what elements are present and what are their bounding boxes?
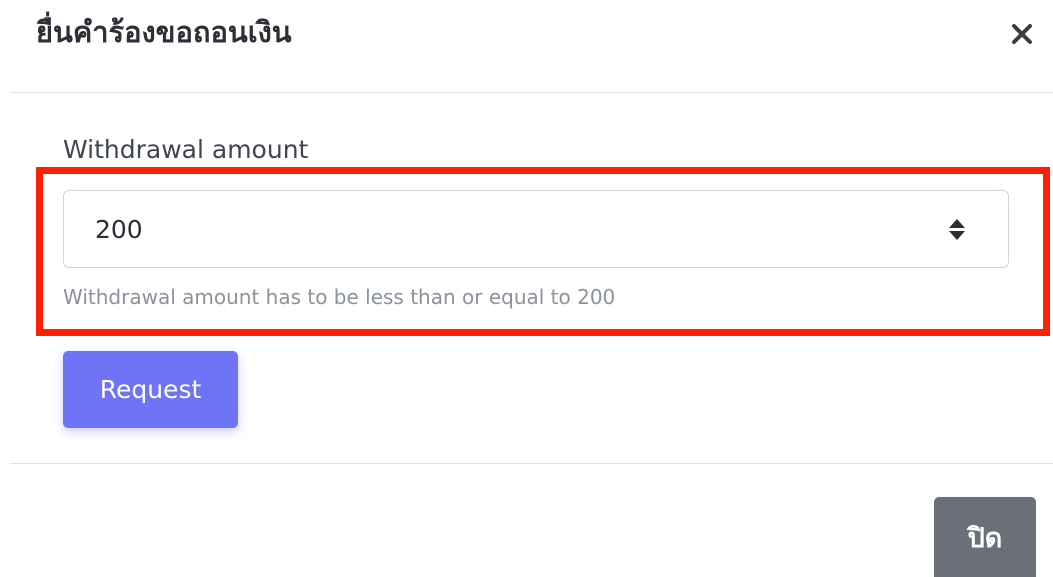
withdrawal-modal: ยื่นคำร้องขอถอนเงิน Withdrawal amount Wi… — [0, 0, 1053, 577]
modal-title: ยื่นคำร้องขอถอนเงิน — [36, 15, 292, 49]
amount-label: Withdrawal amount — [63, 135, 309, 164]
modal-header: ยื่นคำร้องขอถอนเงิน — [0, 0, 1053, 92]
header-divider — [10, 92, 1053, 93]
footer-divider — [10, 463, 1053, 464]
close-icon — [1012, 24, 1032, 44]
footer-close-button[interactable]: ปิด — [934, 497, 1036, 577]
stepper-up-icon[interactable] — [949, 218, 965, 228]
amount-help-text: Withdrawal amount has to be less than or… — [63, 285, 616, 309]
request-button[interactable]: Request — [63, 351, 238, 428]
stepper-down-icon[interactable] — [949, 230, 965, 240]
amount-input[interactable] — [64, 191, 944, 267]
close-button[interactable] — [1000, 14, 1044, 54]
amount-stepper[interactable] — [948, 213, 966, 245]
amount-field — [63, 190, 1009, 268]
